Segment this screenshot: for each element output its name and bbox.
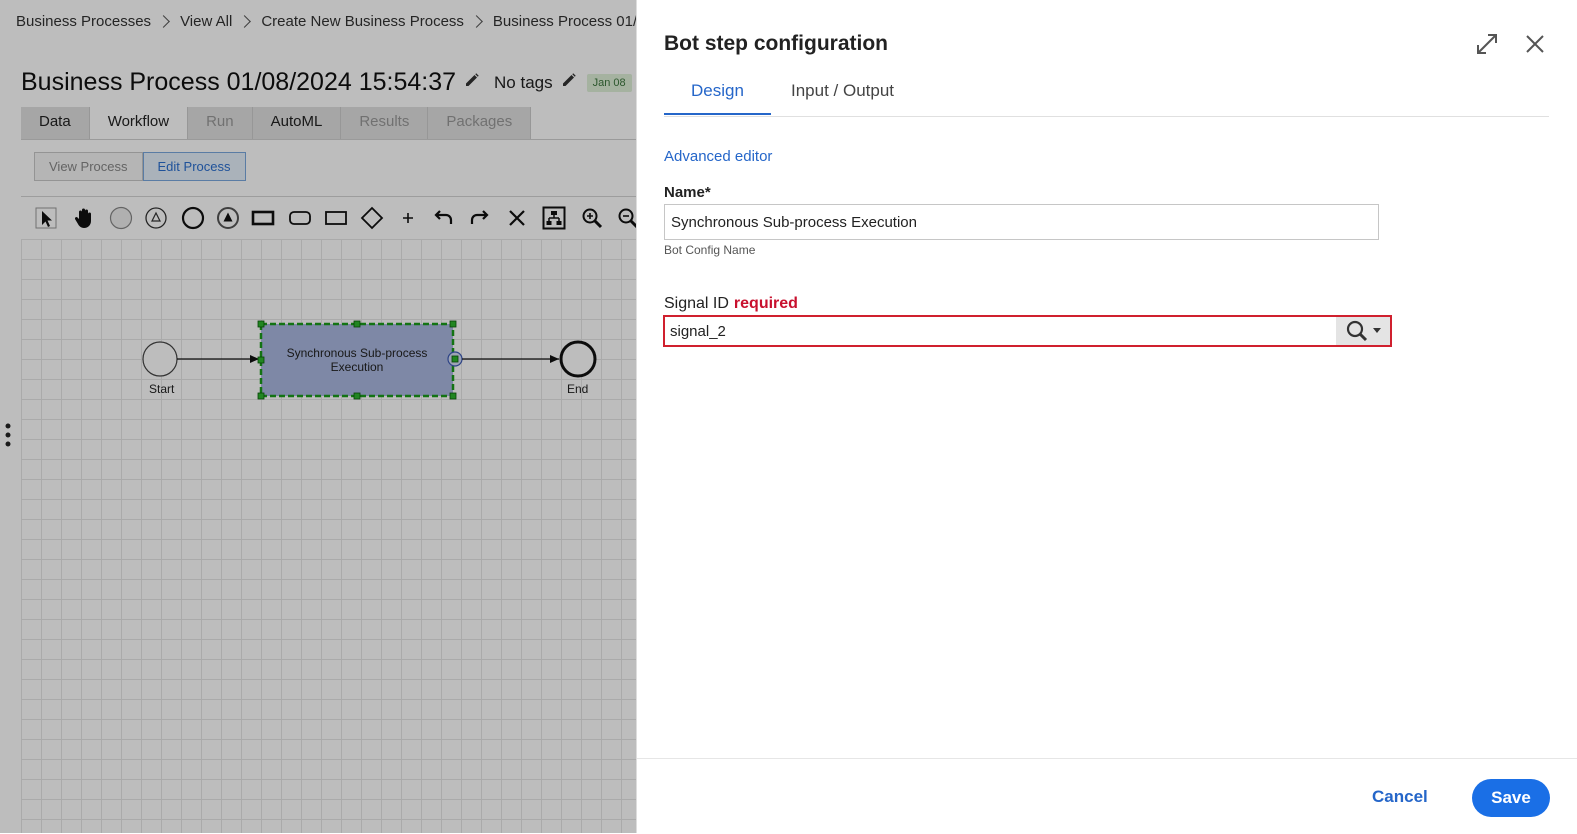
name-field-label: Name* (664, 184, 711, 201)
drawer-title: Bot step configuration (664, 32, 888, 55)
close-icon[interactable] (1523, 32, 1547, 56)
active-tab-indicator (664, 113, 771, 115)
signal-id-input[interactable] (665, 317, 1345, 345)
signal-id-label: Signal ID required (664, 295, 798, 313)
advanced-editor-link[interactable]: Advanced editor (664, 148, 772, 165)
drawer-tabs: Design Input / Output (664, 72, 1549, 117)
save-button[interactable]: Save (1472, 779, 1550, 817)
caret-down-icon (1373, 328, 1381, 333)
bot-step-config-drawer: Bot step configuration Design Input / Ou… (636, 0, 1577, 833)
required-indicator: required (733, 295, 798, 312)
drawer-footer: Cancel Save (637, 758, 1577, 834)
modal-backdrop[interactable] (0, 0, 636, 833)
name-field-help: Bot Config Name (664, 243, 756, 257)
signal-search-dropdown-button[interactable] (1336, 317, 1390, 345)
tab-design[interactable]: Design (691, 81, 744, 115)
search-icon (1346, 320, 1381, 342)
cancel-button[interactable]: Cancel (1372, 787, 1428, 807)
signal-id-label-text: Signal ID (664, 295, 729, 312)
name-field[interactable] (664, 204, 1379, 240)
expand-icon[interactable] (1474, 31, 1500, 57)
tab-input-output[interactable]: Input / Output (791, 81, 894, 115)
signal-id-combobox (663, 315, 1392, 347)
